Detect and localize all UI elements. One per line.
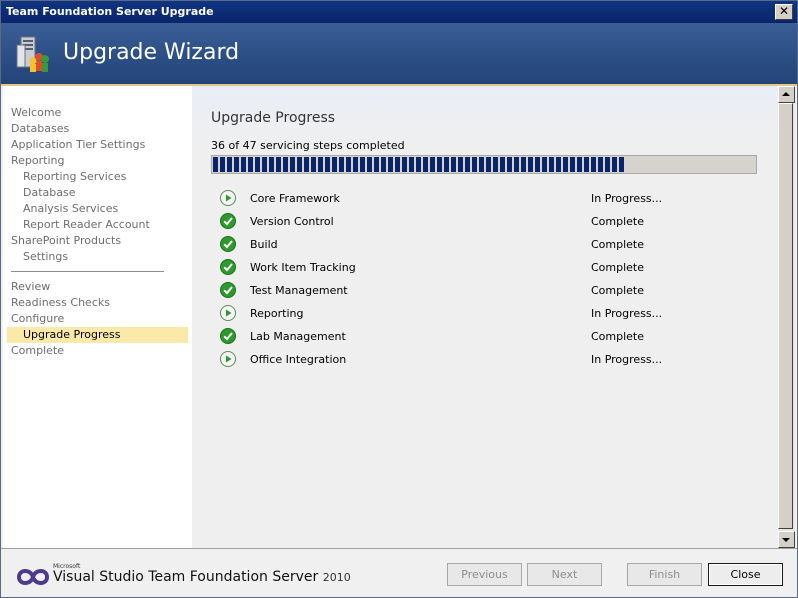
complete-check-icon [220,282,236,298]
brand-product: Visual Studio Team Foundation Server 201… [53,569,351,585]
task-status: Complete [591,238,645,251]
in-progress-icon [220,305,236,321]
steps-completed-text: 36 of 47 servicing steps completed [211,139,405,152]
nav-divider [11,271,164,272]
task-status: In Progress... [591,353,663,366]
task-name: Lab Management [250,330,346,343]
arrow-down-icon [782,538,790,542]
task-row: Core Framework In Progress... [220,190,760,208]
nav-item-application-tier-settings[interactable]: Application Tier Settings [11,138,145,151]
nav-item-readiness-checks[interactable]: Readiness Checks [11,296,110,309]
window-title: Team Foundation Server Upgrade [6,5,214,18]
progress-bar-fill [213,157,624,172]
nav-item-sharepoint-products[interactable]: SharePoint Products [11,234,121,247]
window-close-button[interactable]: ✕ [775,4,793,20]
task-row: Office Integration In Progress... [220,351,760,369]
wizard-window: Team Foundation Server Upgrade ✕ Upgrade… [0,0,798,598]
nav-item-report-reader-account[interactable]: Report Reader Account [23,218,150,231]
task-name: Version Control [250,215,334,228]
nav-item-welcome[interactable]: Welcome [11,106,61,119]
next-button[interactable]: Next [527,563,602,586]
server-upgrade-icon [16,36,49,72]
task-name: Office Integration [250,353,347,366]
scroll-up-button[interactable] [778,86,795,103]
close-button[interactable]: Close [708,563,783,586]
scrollbar-thumb[interactable] [778,103,793,529]
task-name: Core Framework [250,192,340,205]
close-icon: ✕ [778,4,790,18]
main-content: Upgrade Progress 36 of 47 servicing step… [192,86,778,548]
in-progress-icon [220,190,236,206]
task-status: In Progress... [591,192,663,205]
task-status: Complete [591,284,645,297]
complete-check-icon [220,328,236,344]
nav-item-review[interactable]: Review [11,280,50,293]
upgrade-progress-bar [211,155,757,174]
finish-button[interactable]: Finish [627,563,702,586]
complete-check-icon [220,259,236,275]
nav-item-reporting[interactable]: Reporting [11,154,64,167]
brand-year: 2010 [322,571,351,584]
task-status: Complete [591,215,645,228]
task-name: Test Management [250,284,348,297]
complete-check-icon [220,213,236,229]
wizard-step-nav: Welcome Databases Application Tier Setti… [3,86,192,548]
nav-item-database[interactable]: Database [23,186,76,199]
task-row: Reporting In Progress... [220,305,760,323]
banner-title: Upgrade Wizard [63,40,240,65]
task-status: Complete [591,261,645,274]
scroll-down-button[interactable] [778,531,795,548]
wizard-footer: Microsoft Visual Studio Team Foundation … [1,548,797,597]
arrow-up-icon [782,92,790,96]
section-title: Upgrade Progress [211,110,336,126]
task-row: Build Complete [220,236,760,254]
nav-item-settings[interactable]: Settings [23,250,68,263]
nav-item-configure[interactable]: Configure [11,312,64,325]
title-bar[interactable]: Team Foundation Server Upgrade ✕ [1,1,797,23]
nav-item-upgrade-progress[interactable]: Upgrade Progress [7,327,188,343]
previous-button[interactable]: Previous [447,563,522,586]
task-status: In Progress... [591,307,663,320]
nav-item-databases[interactable]: Databases [11,122,69,135]
nav-item-reporting-services[interactable]: Reporting Services [23,170,126,183]
task-status: Complete [591,330,645,343]
task-name: Build [250,238,278,251]
task-row: Work Item Tracking Complete [220,259,760,277]
task-row: Test Management Complete [220,282,760,300]
task-name: Reporting [250,307,304,320]
nav-item-label: Upgrade Progress [23,328,121,341]
visual-studio-logo-icon [16,569,50,585]
nav-item-complete[interactable]: Complete [11,344,64,357]
task-row: Lab Management Complete [220,328,760,346]
task-row: Version Control Complete [220,213,760,231]
vertical-scrollbar[interactable] [778,86,795,548]
brand-product-name: Visual Studio Team Foundation Server [53,569,319,585]
in-progress-icon [220,351,236,367]
complete-check-icon [220,236,236,252]
task-name: Work Item Tracking [250,261,356,274]
nav-item-analysis-services[interactable]: Analysis Services [23,202,118,215]
wizard-banner: Upgrade Wizard [1,23,797,86]
